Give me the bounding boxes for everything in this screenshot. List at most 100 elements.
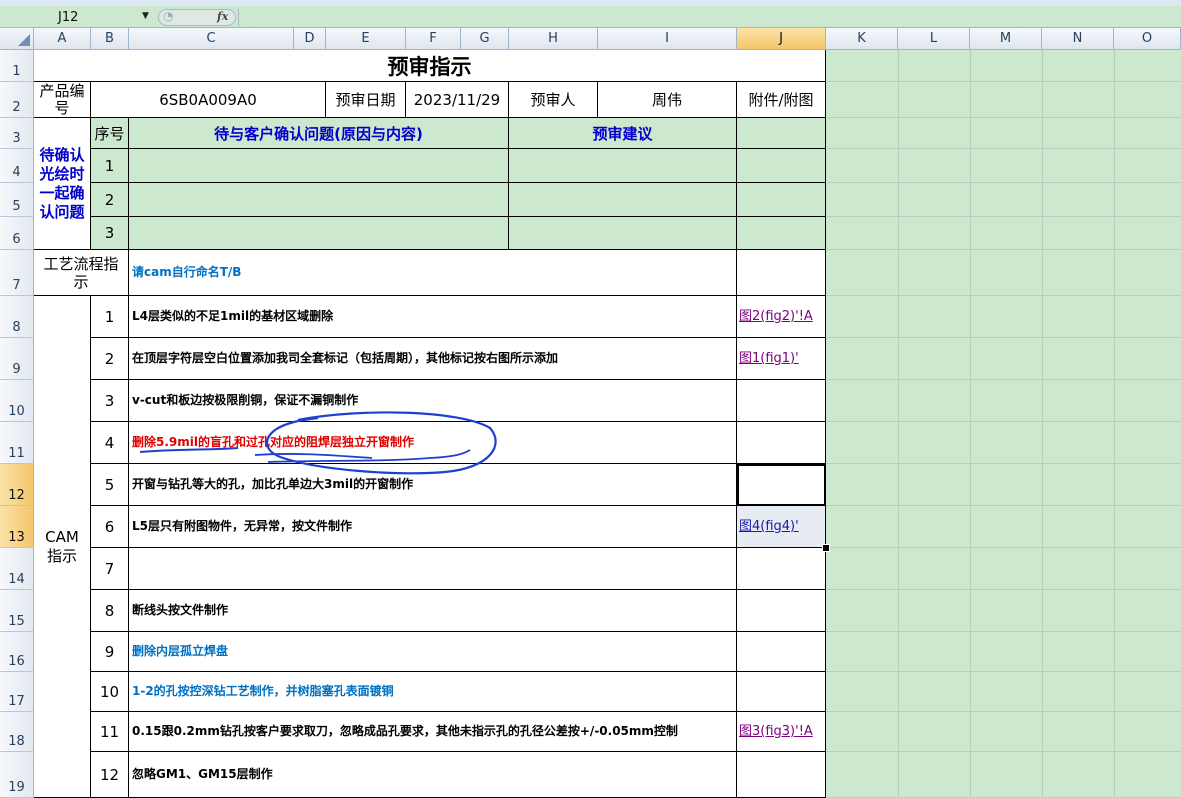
column-header[interactable]: L [898,28,970,50]
row-header[interactable]: 14 [0,548,34,590]
row-header[interactable]: 4 [0,149,34,183]
review-date-value[interactable]: 2023/11/29 [406,82,509,118]
row-header[interactable]: 1 [0,50,34,82]
attachment-cell[interactable] [737,183,826,217]
customer-issue-cell[interactable] [129,217,509,250]
row-header[interactable]: 12 [0,464,34,506]
attachment-cell[interactable] [737,118,826,149]
customer-issue-cell[interactable] [129,183,509,217]
cam-item-number[interactable]: 3 [91,380,129,422]
formula-input[interactable] [238,9,1181,26]
column-header[interactable]: G [461,28,509,50]
reviewer-label[interactable]: 预审人 [509,82,598,118]
row-header[interactable]: 19 [0,752,34,798]
active-cell-j12[interactable] [737,464,826,506]
customer-issues-header[interactable]: 待与客户确认问题(原因与内容) [129,118,509,149]
suggestion-cell[interactable] [509,149,737,183]
attachment-cell[interactable] [737,250,826,296]
cam-item-number[interactable]: 7 [91,548,129,590]
cam-label[interactable]: CAM指示 [34,296,91,798]
review-date-label[interactable]: 预审日期 [326,82,406,118]
customer-issue-cell[interactable] [129,149,509,183]
attachment-cell[interactable] [737,672,826,712]
attachment-link[interactable]: 图1(fig1)' [737,338,826,380]
cam-item-number[interactable]: 5 [91,464,129,506]
column-header[interactable]: O [1114,28,1181,50]
row-header[interactable]: 17 [0,672,34,712]
reviewer-value[interactable]: 周伟 [598,82,737,118]
row-header[interactable]: 18 [0,712,34,752]
cam-item-text[interactable]: 1-2的孔按控深钻工艺制作，并树脂塞孔表面镀铜 [129,672,737,712]
fill-handle[interactable] [822,544,830,552]
cam-item-number[interactable]: 1 [91,296,129,338]
attachment-link[interactable]: 图2(fig2)'!A [737,296,826,338]
cam-item-text[interactable] [129,548,737,590]
suggestion-cell[interactable] [509,217,737,250]
product-no-value[interactable]: 6SB0A009A0 [91,82,326,118]
process-label[interactable]: 工艺流程指示 [34,250,129,296]
cam-item-text[interactable]: 删除5.9mil的盲孔和过孔对应的阻焊层独立开窗制作 [129,422,737,464]
confirm-issues-label[interactable]: 待确认光绘时一起确认问题 [34,118,91,250]
attachment-header[interactable]: 附件/附图 [737,82,826,118]
row-header[interactable]: 11 [0,422,34,464]
attachment-cell[interactable] [737,752,826,798]
column-header[interactable]: B [91,28,129,50]
attachment-cell[interactable] [737,217,826,250]
column-header[interactable]: A [34,28,91,50]
row-header[interactable]: 6 [0,217,34,250]
cam-item-text[interactable]: 开窗与钻孔等大的孔，加比孔单边大3mil的开窗制作 [129,464,737,506]
column-header[interactable]: N [1042,28,1114,50]
row-header[interactable]: 9 [0,338,34,380]
cam-item-number[interactable]: 9 [91,632,129,672]
row-header[interactable]: 13 [0,506,34,548]
name-box[interactable]: J12 [2,9,140,26]
cam-item-number[interactable]: 6 [91,506,129,548]
attachment-cell[interactable] [737,149,826,183]
column-header[interactable]: D [294,28,326,50]
cam-item-text[interactable]: L4层类似的不足1mil的基材区域删除 [129,296,737,338]
attachment-link[interactable]: 图4(fig4)' [737,506,826,548]
attachment-cell[interactable] [737,632,826,672]
process-note[interactable]: 请cam自行命名T/B [129,250,737,296]
cam-item-text[interactable]: 忽略GM1、GM15层制作 [129,752,737,798]
confirm-row-number[interactable]: 2 [91,183,129,217]
attachment-cell[interactable] [737,380,826,422]
attachment-cell[interactable] [737,422,826,464]
cam-item-text[interactable]: 在顶层字符层空白位置添加我司全套标记（包括周期），其他标记按右图所示添加 [129,338,737,380]
cam-item-text[interactable]: L5层只有附图物件，无异常，按文件制作 [129,506,737,548]
confirm-row-number[interactable]: 1 [91,149,129,183]
cam-item-number[interactable]: 10 [91,672,129,712]
sheet-title[interactable]: 预审指示 [34,50,826,82]
column-header[interactable]: E [326,28,406,50]
function-search-box[interactable]: ◔ fx [158,9,236,26]
suggestion-header[interactable]: 预审建议 [509,118,737,149]
cam-item-number[interactable]: 11 [91,712,129,752]
cam-item-text[interactable]: 删除内层孤立焊盘 [129,632,737,672]
cam-item-text[interactable]: v-cut和板边按极限削铜，保证不漏铜制作 [129,380,737,422]
column-header[interactable]: H [509,28,598,50]
row-header[interactable]: 10 [0,380,34,422]
row-header[interactable]: 5 [0,183,34,217]
row-header[interactable]: 2 [0,82,34,118]
row-header[interactable]: 15 [0,590,34,632]
row-header[interactable]: 7 [0,250,34,296]
column-header[interactable]: J [737,28,826,50]
select-all-corner[interactable] [0,28,34,50]
cam-item-number[interactable]: 12 [91,752,129,798]
row-header[interactable]: 8 [0,296,34,338]
attachment-cell[interactable] [737,590,826,632]
column-header[interactable]: K [826,28,898,50]
name-box-dropdown-icon[interactable]: ▼ [142,11,149,21]
cam-item-text[interactable]: 0.15跟0.2mm钻孔按客户要求取刀，忽略成品孔要求，其他未指示孔的孔径公差按… [129,712,737,752]
seq-header[interactable]: 序号 [91,118,129,149]
attachment-link[interactable]: 图3(fig3)'!A [737,712,826,752]
column-header[interactable]: F [406,28,461,50]
row-header[interactable]: 16 [0,632,34,672]
cam-item-text[interactable]: 断线头按文件制作 [129,590,737,632]
column-header[interactable]: M [970,28,1042,50]
suggestion-cell[interactable] [509,183,737,217]
cam-item-number[interactable]: 2 [91,338,129,380]
confirm-row-number[interactable]: 3 [91,217,129,250]
column-header[interactable]: C [129,28,294,50]
product-no-label[interactable]: 产品编号 [34,82,91,118]
